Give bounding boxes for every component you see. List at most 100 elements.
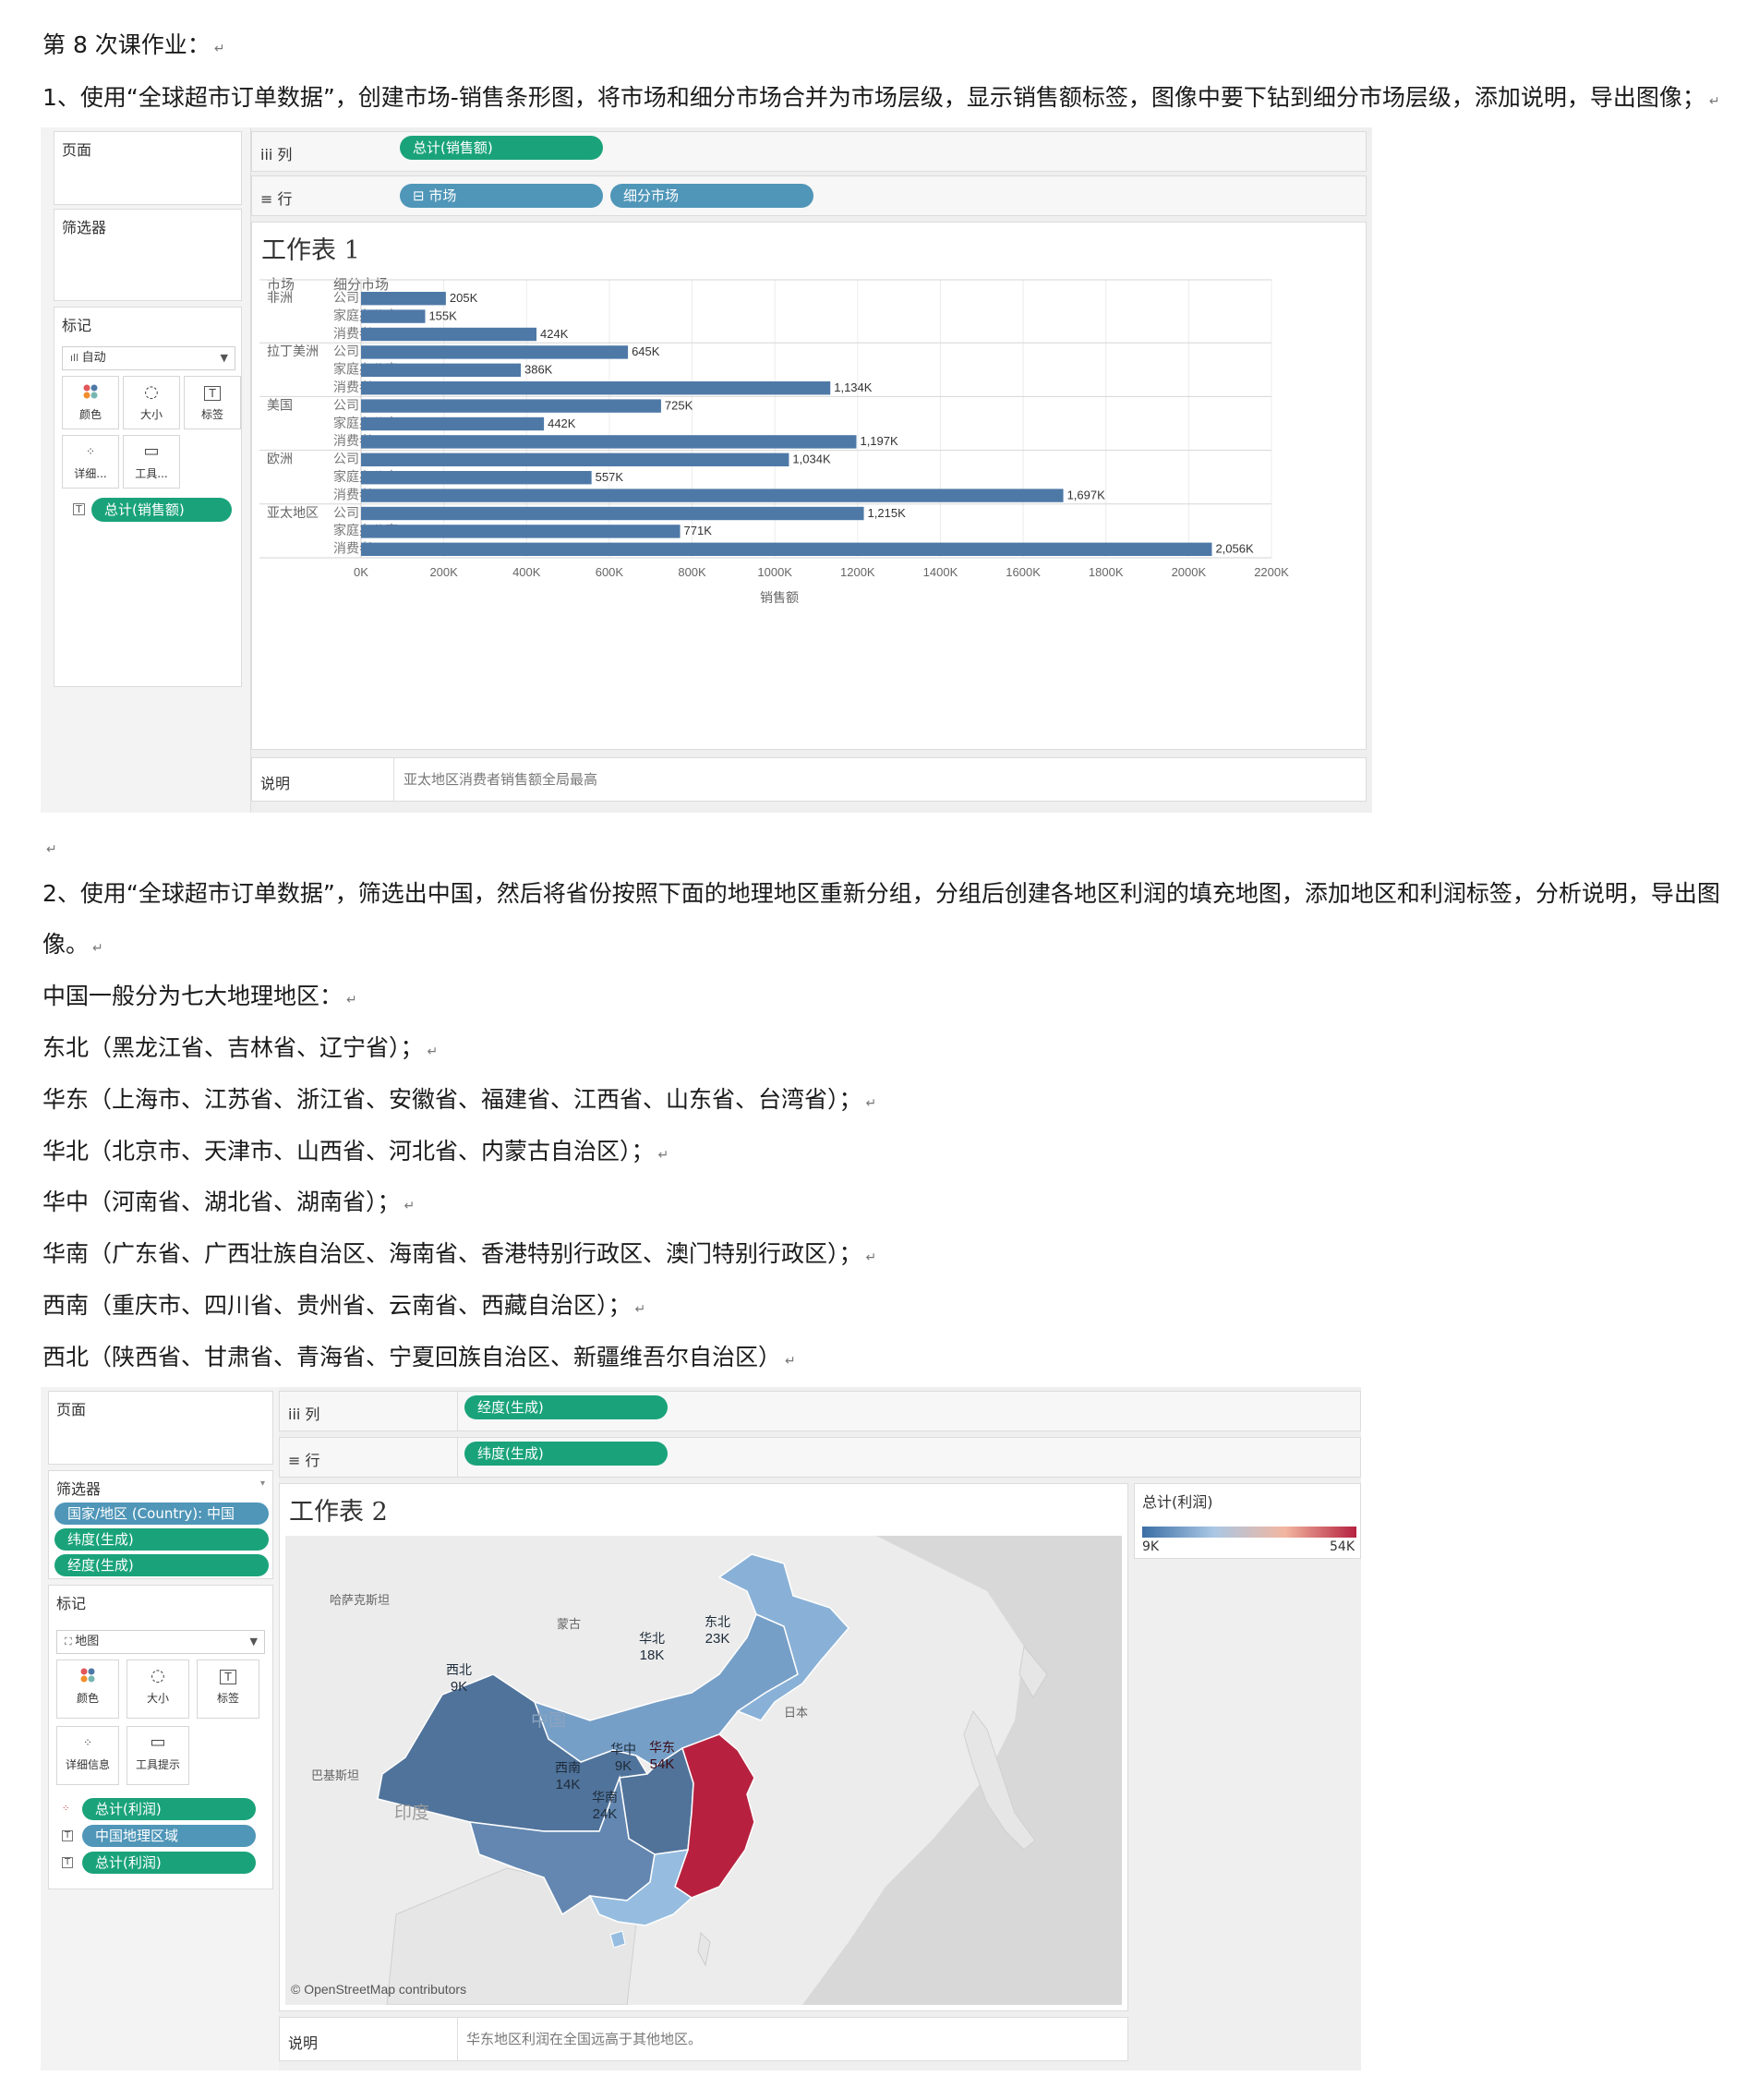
marks-card: 标记 ıll 自动 ▼ 颜色 ◌ 大小 T 标签 ⁘ 详细... ▭ 工具... … — [54, 307, 242, 687]
bar-value-label: 557K — [596, 470, 624, 484]
blank-line-marker: ↵ — [46, 842, 57, 857]
worksheet-view-2: 工作表 2 哈萨克斯坦 蒙古 中国 日本 巴基斯坦 印度 西北 9K 华北 18… — [279, 1483, 1128, 2011]
color-button[interactable]: 颜色 — [62, 376, 119, 429]
detail-dots-icon: ⁘ — [85, 445, 96, 458]
rows-latitude-pill[interactable]: 纬度(生成) — [464, 1442, 668, 1466]
x-tick-label: 400K — [512, 565, 541, 579]
x-tick-label: 800K — [678, 565, 706, 579]
x-tick-label: 0K — [354, 565, 368, 579]
filter-longitude-pill[interactable]: 经度(生成) — [54, 1554, 269, 1576]
bar — [361, 506, 864, 521]
x-axis-title: 销售额 — [760, 591, 799, 606]
marks-sum-sales-pill[interactable]: 总计(销售额) — [91, 498, 232, 522]
rows-shelf-2[interactable]: ≡ 行 纬度(生成) — [279, 1437, 1361, 1478]
marks-color-profit-pill[interactable]: 总计(利润) — [82, 1798, 256, 1820]
bar — [361, 381, 831, 395]
color-button-label-2: 颜色 — [76, 1692, 99, 1705]
region-central: 华中（河南省、湖北省、湖南省）； ↵ — [42, 1189, 416, 1215]
marks-card-2: 标记 ⛶ 地图 ▼ 颜色 ◌ 大小 T 标签 ⁘ 详细信息 ▭ 工具提示 ⁘ 总计… — [48, 1585, 273, 1889]
market-label: 亚太地区 — [267, 506, 319, 521]
tooltip-button-label: 工具... — [135, 467, 168, 480]
label-mark-icon: T — [73, 503, 85, 515]
place-india: 印度 — [394, 1803, 429, 1823]
region-northeast: 东北（黑龙江省、吉林省、辽宁省）； ↵ — [42, 1034, 439, 1061]
bar-value-label: 1,034K — [792, 453, 831, 466]
tooltip-button-2[interactable]: ▭ 工具提示 — [127, 1726, 189, 1785]
china-filled-map[interactable]: 哈萨克斯坦 蒙古 中国 日本 巴基斯坦 印度 西北 9K 华北 18K 东北 2… — [285, 1536, 1122, 2005]
filters-shelf-2[interactable]: 筛选器 ▾ 国家/地区 (Country): 中国 纬度(生成) 经度(生成) — [48, 1470, 273, 1579]
place-pakistan: 巴基斯坦 — [311, 1768, 359, 1782]
bar-value-label: 2,056K — [1215, 542, 1254, 556]
chevron-down-icon[interactable]: ▾ — [260, 1478, 265, 1489]
place-japan: 日本 — [784, 1706, 808, 1720]
size-button-2[interactable]: ◌ 大小 — [127, 1659, 189, 1719]
filter-latitude-pill[interactable]: 纬度(生成) — [54, 1528, 269, 1551]
legend-max: 54K — [1330, 1539, 1355, 1554]
assignment-heading: 第 8 次课作业： ↵ — [42, 31, 225, 58]
bar — [361, 416, 545, 431]
bar — [361, 309, 426, 323]
label-southwest-value: 14K — [556, 1777, 581, 1792]
x-tick-label: 2000K — [1172, 565, 1207, 579]
place-kazakhstan: 哈萨克斯坦 — [330, 1593, 390, 1607]
mark-type-value: 自动 — [81, 351, 106, 365]
label-mark-icon: T — [62, 1857, 73, 1868]
filter-country-pill[interactable]: 国家/地区 (Country): 中国 — [54, 1503, 269, 1525]
x-tick-label: 2200K — [1254, 565, 1289, 579]
bar — [361, 489, 1064, 502]
marks-label-2: 标记 — [56, 1595, 87, 1612]
tooltip-button[interactable]: ▭ 工具... — [123, 435, 180, 489]
label-button[interactable]: T 标签 — [184, 376, 241, 429]
caption-pane-2: 说明 华东地区利润在全国远高于其他地区。 — [279, 2017, 1128, 2061]
detail-button[interactable]: ⁘ 详细... — [62, 435, 119, 489]
profit-color-legend[interactable]: 总计(利润) 9K 54K — [1134, 1483, 1361, 1559]
color-button-2[interactable]: 颜色 — [56, 1659, 119, 1719]
filters-label-2: 筛选器 — [56, 1480, 102, 1498]
rows-shelf[interactable]: ≡ 行 ⊟ 市场 细分市场 — [251, 175, 1367, 216]
label-northwest-name: 西北 — [446, 1662, 472, 1677]
market-label: 欧洲 — [267, 453, 293, 467]
label-east-value: 54K — [650, 1756, 675, 1772]
size-button[interactable]: ◌ 大小 — [123, 376, 180, 429]
marks-label-profit-pill[interactable]: 总计(利润) — [82, 1852, 256, 1874]
rows-label-2: ≡ 行 — [288, 1452, 320, 1469]
task-2-text-line-1: 2、使用“全球超市订单数据”，筛选出中国，然后将省份按照下面的地理地区重新分组，… — [42, 880, 1720, 907]
color-button-label: 颜色 — [78, 408, 102, 421]
bar — [361, 345, 629, 359]
map-attribution[interactable]: © OpenStreetMap contributors — [291, 1982, 466, 1997]
tooltip-icon: ▭ — [143, 441, 160, 461]
bar — [361, 363, 521, 377]
rows-label: ≡ 行 — [260, 190, 293, 208]
rows-segment-pill[interactable]: 细分市场 — [610, 184, 813, 208]
pages-label: 页面 — [62, 141, 92, 159]
segment-label: 公司 — [333, 453, 359, 467]
task-1-text: 1、使用“全球超市订单数据”，创建市场-销售条形图，将市场和细分市场合并为市场层… — [42, 84, 1720, 111]
label-button-2[interactable]: T 标签 — [197, 1659, 259, 1719]
marks-region-pill[interactable]: 中国地理区域 — [82, 1825, 256, 1847]
pages-shelf[interactable]: 页面 — [54, 131, 242, 205]
pages-shelf-2[interactable]: 页面 — [48, 1391, 273, 1465]
region-north: 华北（北京市、天津市、山西省、河北省、内蒙古自治区）； ↵ — [42, 1138, 669, 1165]
bar — [361, 525, 681, 538]
label-north-value: 18K — [640, 1647, 665, 1663]
bar-value-label: 1,134K — [834, 380, 873, 394]
bar — [361, 542, 1212, 556]
columns-longitude-pill[interactable]: 经度(生成) — [464, 1395, 668, 1419]
bar — [361, 471, 592, 485]
mark-type-dropdown-2[interactable]: ⛶ 地图 ▼ — [56, 1630, 265, 1654]
filters-shelf[interactable]: 筛选器 — [54, 209, 242, 301]
region-south: 华南（广东省、广西壮族自治区、海南省、香港特别行政区、澳门特别行政区）； ↵ — [42, 1240, 877, 1267]
columns-label-2: iii 列 — [288, 1406, 320, 1423]
bar-value-label: 1,215K — [868, 506, 907, 520]
label-south-value: 24K — [593, 1806, 618, 1822]
color-dots-icon — [57, 1666, 118, 1686]
label-t-icon: T — [198, 1666, 259, 1686]
columns-shelf-2[interactable]: iii 列 经度(生成) — [279, 1391, 1361, 1431]
label-south-name: 华南 — [592, 1790, 618, 1804]
columns-sum-sales-pill[interactable]: 总计(销售额) — [400, 136, 603, 160]
rows-market-pill[interactable]: ⊟ 市场 — [400, 184, 603, 208]
detail-button-2[interactable]: ⁘ 详细信息 — [56, 1726, 119, 1785]
columns-shelf[interactable]: iii 列 总计(销售额) — [251, 131, 1367, 172]
mark-type-dropdown[interactable]: ıll 自动 ▼ — [62, 346, 235, 370]
size-button-label-2: 大小 — [146, 1692, 169, 1705]
